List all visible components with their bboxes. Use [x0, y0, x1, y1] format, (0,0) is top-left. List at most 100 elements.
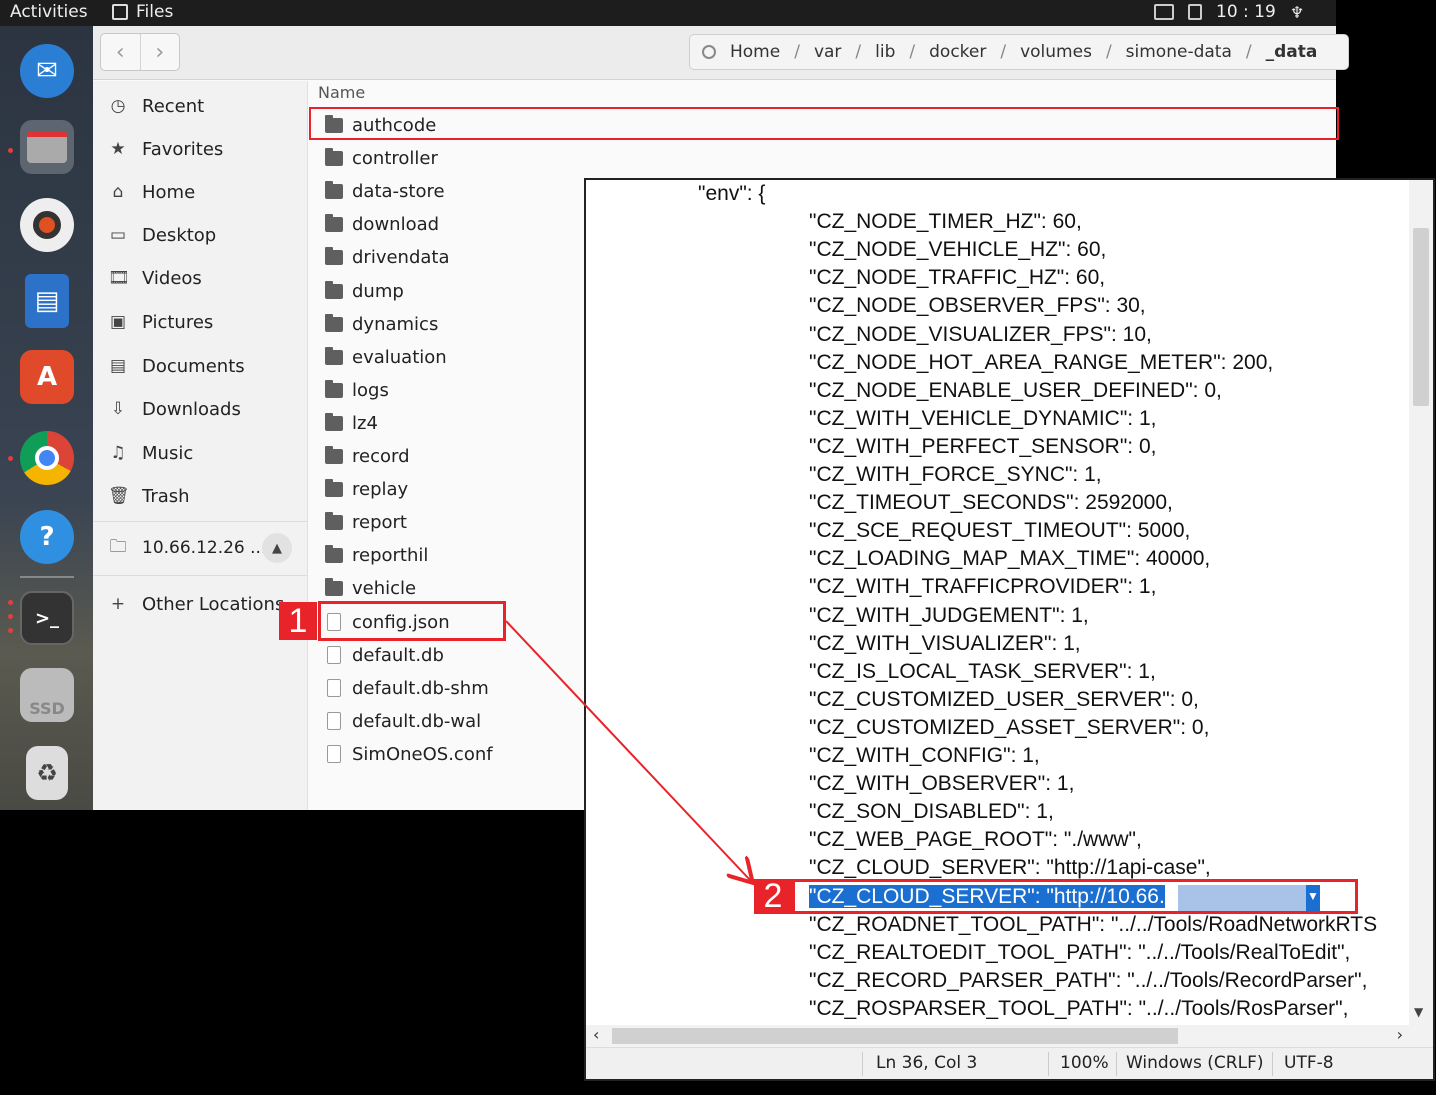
- folder-icon: [325, 214, 343, 233]
- sidebar-item-label: Documents: [142, 355, 245, 377]
- vertical-scrollbar[interactable]: ▼: [1409, 180, 1433, 1025]
- horizontal-scrollbar[interactable]: ‹ ›: [586, 1025, 1433, 1047]
- step-1-label: 1: [279, 602, 317, 640]
- sidebar-item-label: Trash: [142, 485, 190, 507]
- thunderbird-icon[interactable]: ✉: [20, 44, 74, 98]
- crumb-simone-data[interactable]: simone-data: [1126, 42, 1232, 62]
- network-folder-icon: 🗀: [109, 536, 127, 557]
- code-line: "CZ_WITH_VEHICLE_DYNAMIC": 1,: [809, 406, 1157, 430]
- code-line: "CZ_WITH_CONFIG": 1,: [809, 744, 1040, 767]
- scrollbar-thumb[interactable]: [612, 1028, 1178, 1044]
- rhythmbox-speaker-icon[interactable]: [20, 198, 74, 252]
- code-line: "CZ_NODE_VISUALIZER_FPS": 10,: [809, 322, 1152, 346]
- encoding[interactable]: UTF-8: [1284, 1053, 1334, 1073]
- sidebar-item-videos[interactable]: 🎞 Videos: [93, 260, 308, 296]
- code-line: "CZ_LOADING_MAP_MAX_TIME": 40000,: [809, 547, 1211, 571]
- running-indicator: [8, 148, 13, 153]
- trash-recycle-icon[interactable]: ♻: [26, 746, 68, 800]
- sidebar-item-label: Music: [142, 442, 194, 464]
- code-line: "CZ_SON_DISABLED": 1,: [809, 800, 1054, 824]
- line-ending[interactable]: Windows (CRLF): [1126, 1053, 1264, 1073]
- code-line: "CZ_CUSTOMIZED_ASSET_SERVER": 0,: [809, 715, 1210, 739]
- status-divider: [1048, 1052, 1049, 1076]
- folder-row[interactable]: controller: [309, 142, 1336, 175]
- folder-icon: [325, 181, 343, 200]
- scrollbar-thumb[interactable]: [1413, 228, 1429, 406]
- sidebar-item-documents[interactable]: ▤ Documents: [93, 348, 308, 384]
- file-icon: [327, 712, 341, 731]
- download-icon: ⇩: [110, 399, 126, 419]
- sidebar-item-other-locations[interactable]: + Other Locations: [93, 586, 308, 622]
- highlight-cloud-server-box: [792, 879, 1358, 914]
- zoom-level[interactable]: 100%: [1060, 1053, 1109, 1073]
- sidebar-item-pictures[interactable]: ▣ Pictures: [93, 304, 308, 340]
- help-icon[interactable]: ?: [20, 510, 74, 564]
- file-name: data-store: [352, 181, 445, 203]
- code-line: "CZ_NODE_OBSERVER_FPS": 30,: [809, 294, 1146, 318]
- file-name: logs: [352, 379, 389, 401]
- status-divider: [862, 1052, 863, 1076]
- code-line: "CZ_IS_LOCAL_TASK_SERVER": 1,: [809, 659, 1156, 683]
- code-line: "CZ_TIMEOUT_SECONDS": 2592000,: [809, 491, 1173, 515]
- code-line: "CZ_WITH_FORCE_SYNC": 1,: [809, 463, 1102, 486]
- sidebar-item-home[interactable]: ⌂ Home: [93, 174, 308, 210]
- scroll-left-icon[interactable]: ‹: [593, 1025, 599, 1044]
- system-tray[interactable]: 10 : 19 ♆: [1154, 2, 1304, 22]
- chrome-icon[interactable]: [20, 431, 74, 485]
- folder-icon: [325, 446, 343, 464]
- sidebar-item-favorites[interactable]: ★ Favorites: [93, 131, 308, 167]
- code-line: "CZ_CLOUD_SERVER": "http://1api-case",: [809, 856, 1211, 880]
- files-icon[interactable]: [20, 120, 74, 174]
- column-header-name[interactable]: Name: [318, 83, 365, 102]
- top-bar: Activities Files 10 : 19 ♆: [0, 0, 1336, 26]
- folder-icon: [325, 280, 343, 299]
- back-icon[interactable]: ‹: [101, 34, 140, 70]
- path-bar[interactable]: Home / var / lib / docker / volumes / si…: [689, 34, 1349, 70]
- sidebar-item-label: Pictures: [142, 311, 214, 333]
- file-name: lz4: [352, 412, 378, 434]
- dock: ✉ ▤ A ? >_ SSD ♻: [0, 26, 93, 810]
- file-name: report: [352, 512, 407, 534]
- file-name: default.db-wal: [352, 710, 482, 732]
- crumb-separator: /: [909, 42, 916, 62]
- sidebar-item-label: Downloads: [142, 398, 241, 420]
- app-store-icon[interactable]: A: [20, 350, 74, 404]
- terminal-icon[interactable]: >_: [20, 591, 74, 645]
- highlight-config-json-box: [318, 601, 506, 641]
- app-menu[interactable]: Files: [112, 2, 173, 22]
- sidebar-item-network-share[interactable]: 🗀 10.66.12.26 ... ▲: [93, 530, 308, 566]
- crumb-docker[interactable]: docker: [929, 42, 986, 62]
- activities-button[interactable]: Activities: [10, 2, 88, 22]
- status-bar: Ln 36, Col 3 100% Windows (CRLF) UTF-8: [586, 1047, 1433, 1079]
- film-icon: 🎞: [108, 268, 130, 288]
- sidebar-item-trash[interactable]: 🗑 Trash: [93, 478, 308, 514]
- places-sidebar: ◷ Recent ★ Favorites ⌂ Home ▭ Desktop 🎞 Video…: [93, 81, 308, 810]
- sidebar-item-music[interactable]: ♫ Music: [93, 435, 308, 471]
- code-line: "CZ_NODE_VEHICLE_HZ": 60,: [809, 238, 1107, 262]
- forward-icon[interactable]: ›: [139, 34, 180, 70]
- crumb-volumes[interactable]: volumes: [1020, 42, 1092, 62]
- sidebar-item-label: 10.66.12.26 ...: [142, 538, 267, 558]
- status-divider: [1116, 1052, 1117, 1076]
- scroll-down-icon[interactable]: ▼: [1414, 1005, 1423, 1019]
- document-icon: ▤: [109, 356, 127, 376]
- crumb-home[interactable]: Home: [730, 42, 780, 62]
- scroll-right-icon[interactable]: ›: [1397, 1025, 1403, 1044]
- crumb-data[interactable]: _data: [1266, 42, 1318, 62]
- sidebar-item-recent[interactable]: ◷ Recent: [93, 88, 308, 124]
- sidebar-item-desktop[interactable]: ▭ Desktop: [93, 217, 308, 253]
- crumb-lib[interactable]: lib: [875, 42, 895, 62]
- ssd-drive-icon[interactable]: SSD: [20, 668, 74, 722]
- code-line: "CZ_WITH_OBSERVER": 1,: [809, 772, 1075, 796]
- eject-icon[interactable]: ▲: [262, 533, 292, 563]
- sidebar-item-downloads[interactable]: ⇩ Downloads: [93, 391, 308, 427]
- folder-icon: [325, 379, 343, 398]
- clock-icon: ◷: [110, 96, 126, 116]
- file-name: download: [352, 214, 440, 236]
- file-icon: [327, 646, 341, 665]
- navigation-buttons: ‹ ›: [100, 33, 180, 71]
- writer-document-icon[interactable]: ▤: [25, 274, 69, 328]
- sidebar-separator: [93, 521, 308, 522]
- crumb-var[interactable]: var: [814, 42, 841, 62]
- running-indicator: [8, 628, 13, 633]
